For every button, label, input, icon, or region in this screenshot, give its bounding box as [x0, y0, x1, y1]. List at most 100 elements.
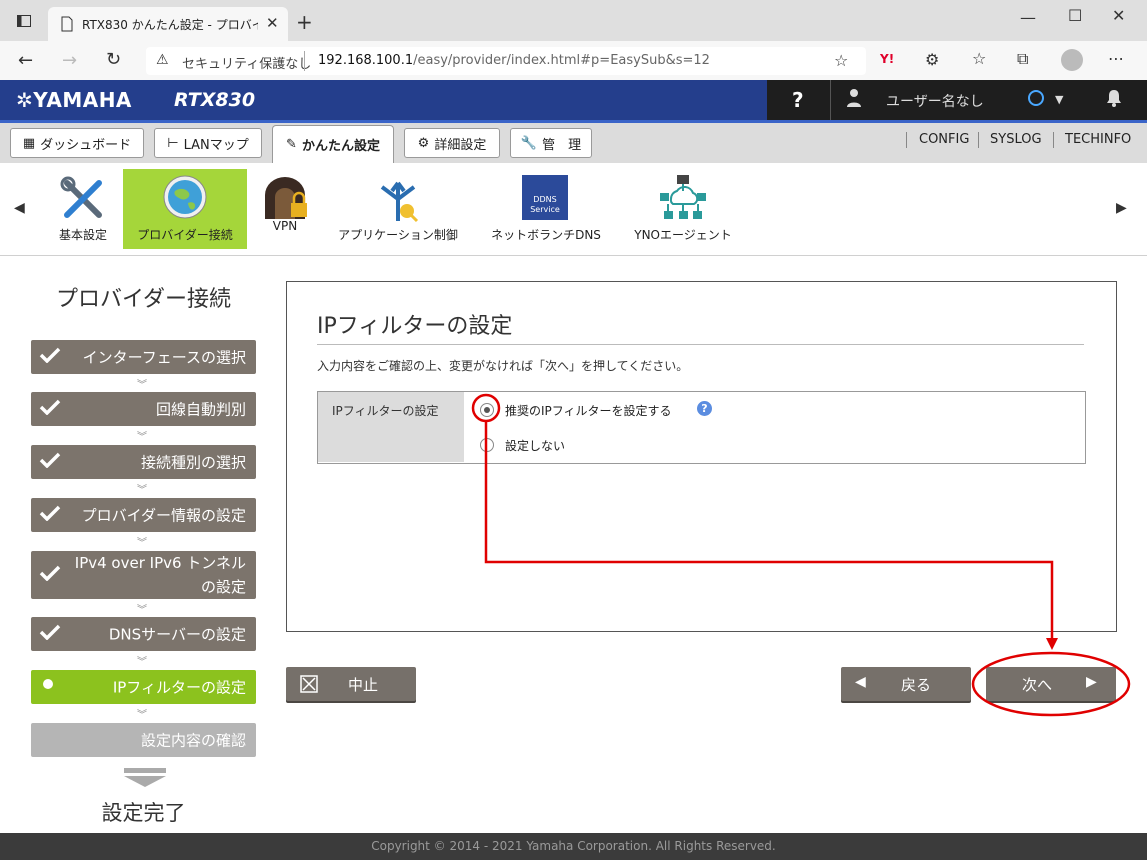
- function-application-control[interactable]: アプリケーション制御: [330, 169, 466, 249]
- syslog-link[interactable]: SYSLOG: [990, 132, 1042, 147]
- ddns-service-icon: DDNS Service: [522, 175, 568, 220]
- annotation-arrowhead: [1046, 638, 1058, 650]
- tab-actions-icon[interactable]: [14, 13, 34, 33]
- minimize-icon[interactable]: —: [1020, 8, 1036, 27]
- favorites-icon[interactable]: ☆: [972, 49, 986, 68]
- gear-icon: ⚙: [417, 135, 430, 151]
- user-menu-chevron-icon[interactable]: ▼: [1055, 93, 1063, 106]
- ddns-icon-text: DDNS: [533, 195, 557, 204]
- wizard-step-line-detect: 回線自動判別: [31, 392, 256, 426]
- reload-icon[interactable]: ↻: [106, 49, 121, 70]
- globe-icon: [161, 173, 209, 224]
- help-question-icon[interactable]: ?: [697, 401, 712, 416]
- wrench-icon: 🔧: [520, 135, 538, 151]
- dashboard-icon: ▦: [22, 135, 36, 151]
- tab-easy-setup[interactable]: ✎ かんたん設定: [272, 125, 394, 163]
- wand-icon: ✎: [286, 137, 297, 152]
- yamaha-logo: ✲YAMAHA: [16, 88, 132, 112]
- cancel-x-box-icon: [300, 675, 318, 697]
- yamaha-emblem-icon: ✲: [16, 88, 34, 112]
- ddns-icon-subtext: Service: [530, 205, 560, 214]
- forward-nav-icon[interactable]: →: [62, 50, 77, 71]
- next-triangle-icon: ▶: [1086, 674, 1097, 690]
- check-icon: [39, 565, 61, 585]
- config-link[interactable]: CONFIG: [919, 132, 969, 147]
- check-icon: [39, 505, 61, 525]
- function-yno-agent[interactable]: YNOエージェント: [624, 169, 742, 249]
- radio-no-filter[interactable]: [480, 438, 494, 452]
- back-button[interactable]: ◀ 戻る: [841, 667, 971, 701]
- profile-avatar[interactable]: [1061, 49, 1083, 71]
- tab-title: RTX830 かんたん設定 - プロバイダー接続: [82, 18, 258, 32]
- more-menu-icon[interactable]: ⋯: [1108, 49, 1124, 68]
- radio-selected-dot: [484, 407, 490, 413]
- warning-icon: ⚠: [156, 52, 169, 68]
- network-cloud-icon: [658, 173, 708, 226]
- yahoo-extension-icon[interactable]: Y!: [880, 52, 894, 66]
- step-chevron-icon: ︾: [137, 380, 147, 391]
- wizard-done-label: 設定完了: [101, 801, 186, 825]
- wizard-step-connection-type: 接続種別の選択: [31, 445, 256, 479]
- wizard-title: プロバイダー接続: [55, 287, 232, 312]
- check-icon: [39, 624, 61, 644]
- tools-icon: [59, 175, 107, 226]
- extensions-icon[interactable]: ⚙: [925, 50, 939, 69]
- bell-icon[interactable]: [1105, 88, 1123, 112]
- step-chevron-icon: ︾: [137, 657, 147, 668]
- link-divider: [906, 132, 907, 148]
- instruction-text: 入力内容をご確認の上、変更がなければ「次へ」を押してください。: [317, 359, 689, 373]
- footer-copyright: Copyright © 2014 - 2021 Yamaha Corporati…: [0, 833, 1147, 860]
- check-icon: [39, 452, 61, 472]
- help-icon[interactable]: ?: [792, 88, 804, 112]
- function-basic-settings[interactable]: 基本設定: [52, 169, 114, 249]
- wizard-step-confirm: 設定内容の確認: [31, 723, 256, 757]
- back-nav-icon[interactable]: ←: [18, 50, 33, 71]
- wizard-step-dns-server: DNSサーバーの設定: [31, 617, 256, 651]
- scroll-right-icon[interactable]: ▶: [1116, 200, 1127, 216]
- option-recommended-label[interactable]: 推奨のIPフィルターを設定する: [505, 402, 672, 419]
- header-divider: [830, 80, 831, 120]
- collections-icon[interactable]: ⧉: [1017, 49, 1028, 69]
- scroll-left-icon[interactable]: ◀: [14, 200, 25, 216]
- tab-advanced-settings[interactable]: ⚙ 詳細設定: [404, 128, 500, 158]
- url-text: 192.168.100.1/easy/provider/index.html#p…: [318, 53, 710, 68]
- link-divider: [978, 132, 979, 148]
- browser-tab[interactable]: RTX830 かんたん設定 - プロバイダー接続 ✕: [48, 7, 288, 41]
- tab-dashboard[interactable]: ▦ ダッシュボード: [10, 128, 144, 158]
- user-icon: [846, 88, 862, 112]
- techinfo-link[interactable]: TECHINFO: [1065, 132, 1131, 147]
- close-tab-icon[interactable]: ✕: [266, 14, 279, 32]
- current-step-marker: [43, 679, 53, 689]
- tab-lan-map[interactable]: ⊢ LANマップ: [154, 128, 262, 158]
- step-chevron-icon: ︾: [137, 485, 147, 496]
- function-netvolante-dns[interactable]: DDNS Service ネットボランチDNS: [482, 169, 610, 249]
- tab-management[interactable]: 🔧 管 理: [510, 128, 592, 158]
- step-chevron-icon: ︾: [137, 605, 147, 616]
- maximize-icon[interactable]: ☐: [1068, 6, 1082, 25]
- radio-recommended-filter[interactable]: [480, 403, 494, 417]
- wizard-step-ip-filter: IPフィルターの設定: [31, 670, 256, 704]
- model-name: RTX830: [174, 89, 256, 111]
- title-underline: [317, 344, 1084, 345]
- function-vpn[interactable]: VPN: [256, 169, 314, 249]
- back-triangle-icon: ◀: [855, 674, 866, 690]
- down-arrow-icon: [124, 768, 166, 792]
- function-provider-connection[interactable]: プロバイダー接続: [123, 169, 247, 249]
- option-none-label[interactable]: 設定しない: [505, 437, 565, 454]
- wizard-step-ipv4-over-ipv6: IPv4 over IPv6 トンネル の設定: [31, 551, 256, 599]
- page-icon: [60, 16, 74, 36]
- favorite-add-icon[interactable]: ☆: [834, 51, 848, 70]
- wizard-step-interface: インターフェースの選択: [31, 340, 256, 374]
- page-title: IPフィルターの設定: [317, 314, 513, 339]
- user-name: ユーザー名なし: [886, 94, 984, 110]
- setting-label: IPフィルターの設定: [332, 404, 439, 418]
- step-chevron-icon: ︾: [137, 538, 147, 549]
- check-icon: [39, 347, 61, 367]
- app-control-arrows-icon: [374, 173, 424, 226]
- cancel-button[interactable]: 中止: [286, 667, 416, 701]
- address-bar[interactable]: ⚠ セキュリティ保護なし 192.168.100.1/easy/provider…: [146, 47, 866, 75]
- status-ring-icon[interactable]: [1027, 88, 1047, 112]
- window-close-icon[interactable]: ✕: [1112, 6, 1125, 25]
- new-tab-icon[interactable]: +: [296, 10, 313, 34]
- next-button[interactable]: 次へ ▶: [986, 667, 1116, 701]
